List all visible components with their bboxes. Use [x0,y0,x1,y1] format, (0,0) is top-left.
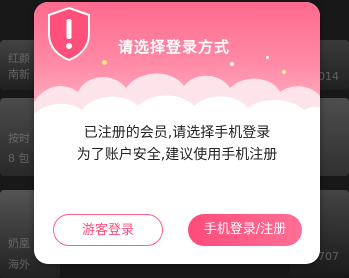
message-line: 为了账户安全,建议使用手机注册 [76,147,278,163]
sparkle-decoration [266,56,269,59]
shield-exclamation-icon [48,6,90,62]
dialog-message: 已注册的会员,请选择手机登录 为了账户安全,建议使用手机注册 [34,122,320,166]
phone-login-register-button[interactable]: 手机登录/注册 [188,214,302,246]
login-method-dialog: 请选择登录方式 已注册的会员,请选择手机登录 为了账户安全,建议使用手机注册 游… [34,2,320,264]
message-line: 已注册的会员,请选择手机登录 [83,125,271,141]
dialog-title: 请选择登录方式 [118,38,231,56]
guest-login-button[interactable]: 游客登录 [53,214,163,246]
